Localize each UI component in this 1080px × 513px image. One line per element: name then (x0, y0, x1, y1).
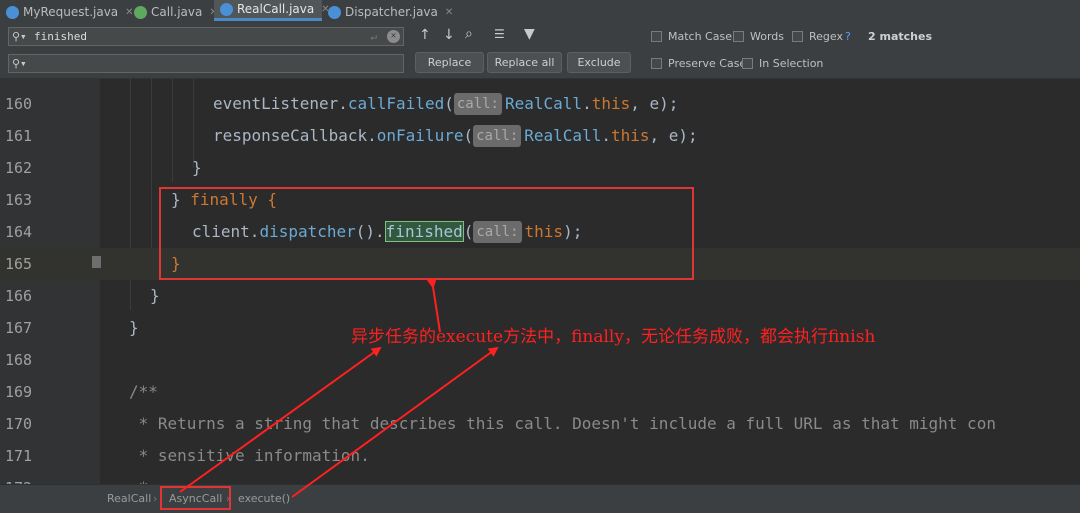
arrow-execute (291, 346, 499, 498)
arrow-asynccall (179, 346, 382, 493)
annotation-text: 异步任务的execute方法中，finally，无论任务成败，都会执行finis… (351, 327, 876, 347)
annotation-arrows (179, 278, 499, 498)
